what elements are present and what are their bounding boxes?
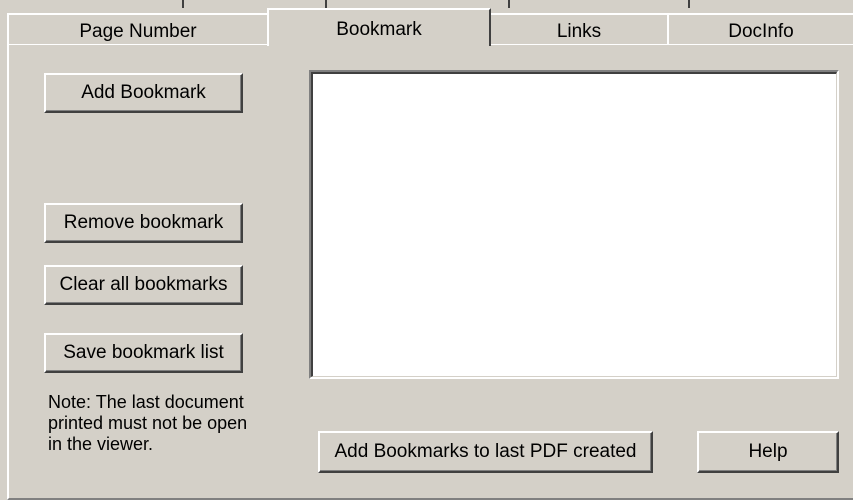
back-tab-edge — [182, 0, 184, 8]
tab-bookmark[interactable]: Bookmark — [267, 8, 491, 46]
tab-label: DocInfo — [728, 21, 794, 42]
tab-label: Page Number — [79, 21, 197, 42]
back-tab-edge — [325, 0, 327, 8]
bookmark-list[interactable] — [309, 70, 839, 379]
add-bookmark-button[interactable]: Add Bookmark — [44, 73, 243, 113]
tab-page-number[interactable]: Page Number — [7, 13, 269, 44]
remove-bookmark-button[interactable]: Remove bookmark — [44, 203, 243, 243]
note-text: Note: The last document printed must not… — [48, 392, 248, 454]
clear-all-bookmarks-button[interactable]: Clear all bookmarks — [44, 265, 243, 305]
tab-label: Bookmark — [336, 19, 422, 40]
bookmark-list-frame — [311, 72, 837, 377]
save-bookmark-list-button[interactable]: Save bookmark list — [44, 333, 243, 373]
back-tab-edge — [508, 0, 510, 8]
tab-label: Links — [556, 21, 602, 42]
add-bookmarks-to-last-pdf-button[interactable]: Add Bookmarks to last PDF created — [318, 431, 653, 473]
tab-links[interactable]: Links — [489, 13, 669, 44]
back-tab-edge — [688, 0, 690, 8]
tab-docinfo[interactable]: DocInfo — [667, 13, 853, 44]
help-button[interactable]: Help — [697, 431, 839, 473]
